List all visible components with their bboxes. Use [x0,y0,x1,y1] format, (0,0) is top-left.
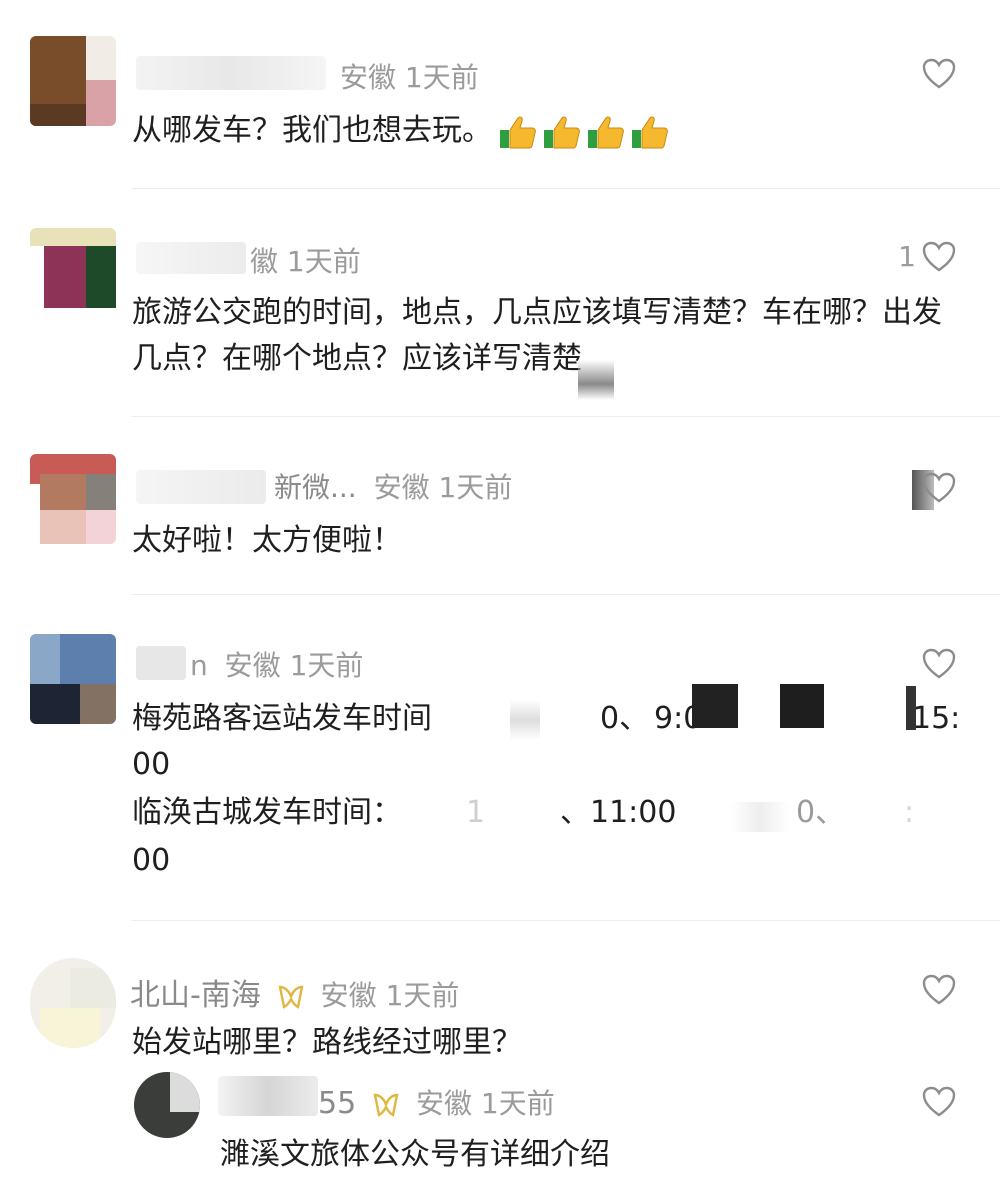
comment-meta: 安徽 1天前 [340,56,479,96]
avatar[interactable] [30,228,116,318]
reply-avatar[interactable] [134,1072,200,1138]
comment-text: 旅游公交跑的时间，地点，几点应该填写清楚？车在哪？出发几点？在哪个地点？应该详写… [132,295,942,376]
comment-item: 徽 1天前 1 旅游公交跑的时间，地点，几点应该填写清楚？车在哪？出发几点？在哪… [0,190,1000,418]
heart-icon [922,58,956,89]
comment-meta: n 安徽 1天前 [190,644,363,684]
divider [132,920,1000,921]
comment-text-line: 梅苑路客运站发车时间 [132,701,432,736]
time-label: 1天前 [480,1087,555,1120]
comment-item: 安徽 1天前 从哪发车？我们也想去玩。 [0,0,1000,190]
comment-item: 新微... 安徽 1天前 太好啦！太方便啦！ [0,418,1000,596]
comment-text-fragment: 1 [466,795,486,830]
comment-meta: 徽 1天前 [250,240,361,280]
time-label: 1天前 [289,649,364,682]
username[interactable]: n [190,649,208,682]
comment-text-fragment: : [904,795,915,830]
thumbs-up-emoji-group [498,112,670,152]
location-label: 安徽 [416,1087,473,1120]
comment-text-line: 00 [132,747,171,782]
username[interactable]: 55 [318,1086,356,1121]
comment-text-fragment: 0、 [796,795,846,830]
thumbs-up-icon [632,116,668,148]
comment-text-line: 00 [132,843,171,878]
time-label: 1天前 [385,979,460,1012]
avatar[interactable] [30,958,116,1048]
location-label: 安徽 [373,471,430,504]
heart-icon [922,241,956,271]
avatar[interactable] [30,454,116,544]
username[interactable]: 新微... [274,471,357,504]
time-label: 1天前 [404,61,479,94]
comment-text: 始发站哪里？路线经过哪里？ [132,1025,522,1060]
comment-meta: 新微... 安徽 1天前 [274,466,512,506]
location-label: 安徽 [340,61,397,94]
comment-item: 北山-南海 安徽 1天前 始发站哪里？路线经过哪里？ 55 安徽 1天前 濉溪文… [0,922,1000,1188]
thumbs-up-icon [588,116,624,148]
reply-text: 濉溪文旅体公众号有详细介绍 [220,1137,610,1172]
comment-item: n 安徽 1天前 梅苑路客运站发车时间 0、 9:0 15: 00 临涣古城发车… [0,596,1000,922]
like-button[interactable]: 1 [898,240,956,273]
heart-icon [922,472,956,503]
avatar[interactable] [30,36,116,126]
like-button[interactable] [922,648,956,680]
reply-meta: 55 安徽 1天前 [318,1082,555,1122]
like-button[interactable] [922,58,956,90]
username[interactable]: 徽 [250,245,278,278]
thumbs-up-icon [544,116,580,148]
username[interactable]: 北山-南海 [130,978,261,1013]
heart-icon [922,974,956,1005]
time-label: 1天前 [438,471,513,504]
heart-icon [922,648,956,679]
location-label: 安徽 [320,979,377,1012]
fan-badge-icon [278,985,304,1009]
fan-badge-icon [373,1093,399,1117]
divider [132,416,1000,417]
thumbs-up-icon [500,116,536,148]
time-label: 1天前 [286,245,361,278]
comment-text: 从哪发车？我们也想去玩。 [132,108,670,154]
comment-text: 太好啦！太方便啦！ [132,523,402,558]
divider [132,594,1000,595]
comment-text-fragment: 、11:00 [560,795,677,830]
like-button[interactable] [922,974,956,1006]
like-button[interactable] [922,472,956,504]
divider [132,188,1000,189]
heart-icon [922,1086,956,1117]
like-button[interactable] [922,1086,956,1118]
comment-text-line: 临涣古城发车时间： [132,795,402,830]
avatar[interactable] [30,634,116,724]
comment-text-fragment: 15: [912,701,961,736]
like-count: 1 [898,240,916,273]
comment-meta: 北山-南海 安徽 1天前 [130,970,459,1014]
comment-text-fragment: 0、 [600,701,650,736]
location-label: 安徽 [224,649,281,682]
